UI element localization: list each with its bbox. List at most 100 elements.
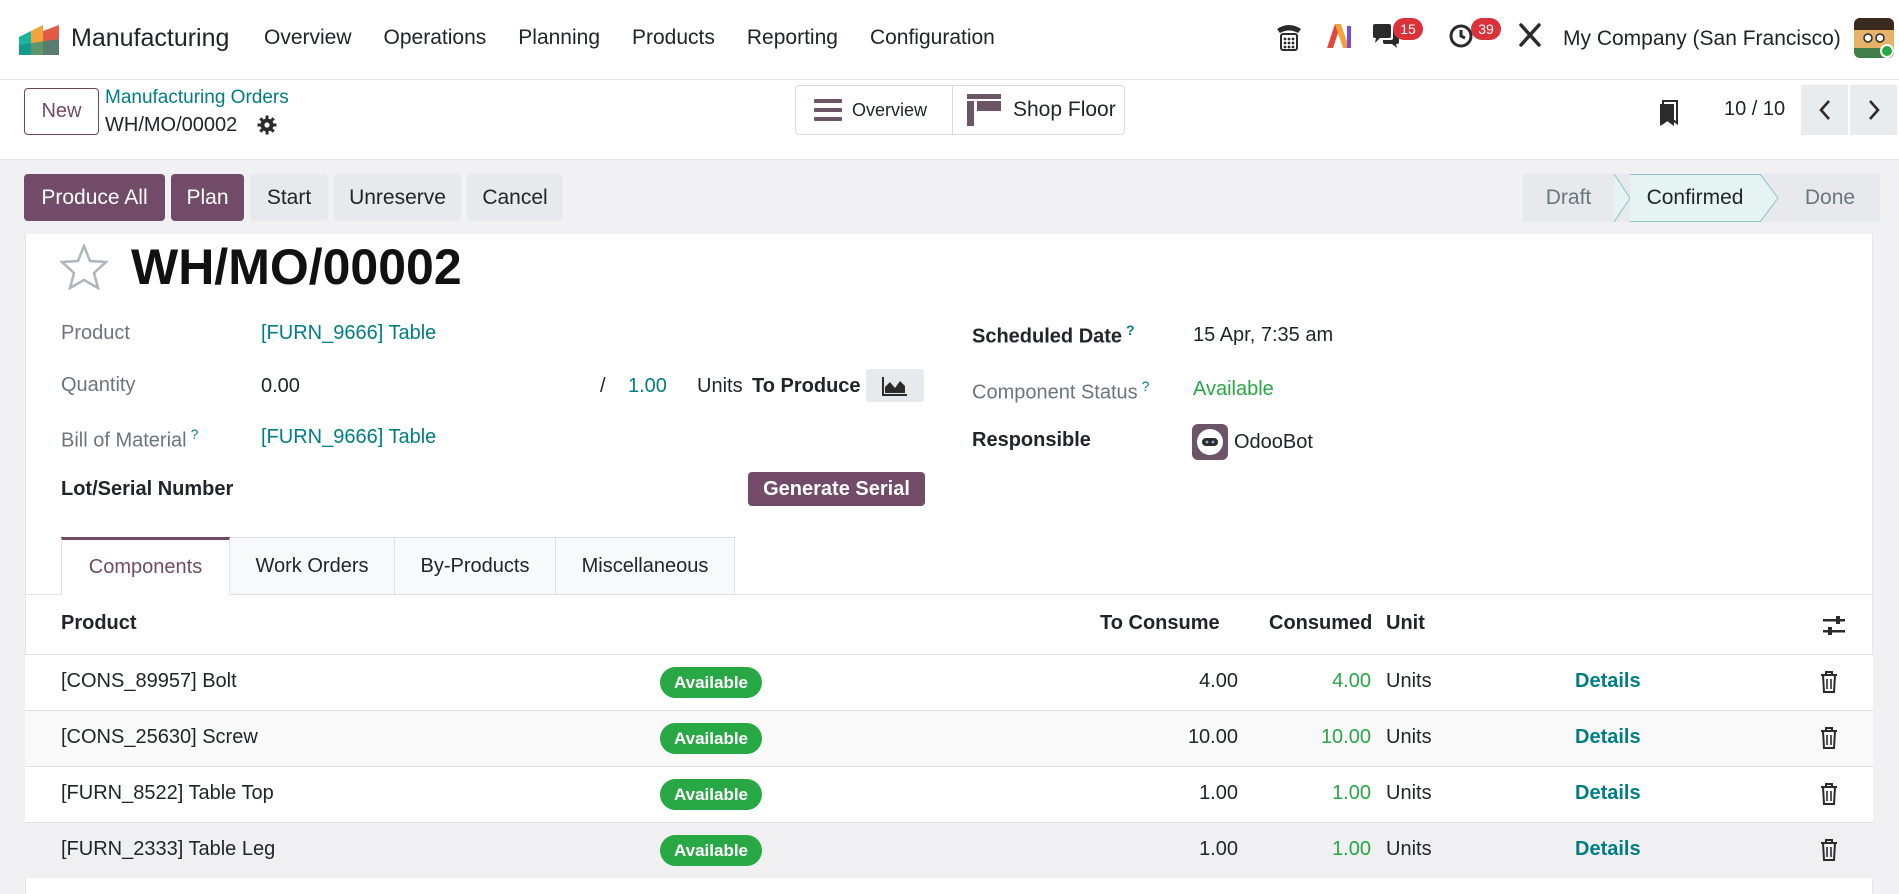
activity-menu[interactable]: 39 — [1449, 18, 1501, 52]
bom-help-icon[interactable]: ? — [191, 426, 199, 442]
responsible-avatar — [1192, 424, 1228, 460]
row-unit: Units — [1386, 838, 1432, 860]
component-status-label-text: Component Status — [972, 381, 1138, 404]
app-name[interactable]: Manufacturing — [71, 24, 229, 53]
row-consumed[interactable]: 1.00 — [1251, 782, 1371, 805]
star-icon[interactable] — [60, 244, 108, 290]
product-label: Product — [61, 322, 130, 344]
row-consumed[interactable]: 1.00 — [1251, 838, 1371, 861]
table-row[interactable]: [CONS_89957] Bolt Available 4.00 4.00 Un… — [25, 654, 1873, 710]
main-menu: Overview Operations Planning Products Re… — [264, 26, 1027, 50]
pager-previous-button[interactable] — [1801, 85, 1848, 135]
row-unit: Units — [1386, 726, 1432, 748]
pager-next-button[interactable] — [1850, 85, 1897, 135]
start-button[interactable]: Start — [250, 174, 328, 221]
table-row[interactable]: [CONS_25630] Screw Available 10.00 10.00… — [25, 710, 1873, 766]
component-status-value: Available — [1193, 378, 1274, 400]
quantity-label: Quantity — [61, 374, 136, 396]
tab-miscellaneous[interactable]: Miscellaneous — [556, 537, 735, 595]
row-product[interactable]: [FURN_8522] Table Top — [61, 782, 274, 805]
view-switcher: Overview Shop Floor — [795, 85, 1125, 135]
produce-all-button[interactable]: Produce All — [24, 174, 165, 221]
row-to-consume[interactable]: 1.00 — [1118, 782, 1238, 805]
shop-floor-icon — [967, 94, 1001, 126]
ai-icon[interactable] — [1325, 22, 1353, 50]
row-to-consume[interactable]: 1.00 — [1118, 838, 1238, 861]
component-status-help-icon[interactable]: ? — [1142, 378, 1150, 394]
scheduled-date-label: Scheduled Date? — [972, 322, 1135, 349]
row-product[interactable]: [CONS_89957] Bolt — [61, 670, 237, 693]
menu-operations[interactable]: Operations — [384, 26, 487, 50]
tab-by-products[interactable]: By-Products — [395, 537, 556, 595]
bookmark-icon[interactable] — [1659, 99, 1679, 127]
stage-confirmed[interactable]: Confirmed — [1630, 174, 1760, 222]
row-to-consume[interactable]: 4.00 — [1118, 670, 1238, 693]
quantity-separator: / — [600, 375, 606, 397]
debug-tools-icon[interactable] — [1518, 22, 1542, 48]
column-header-to-consume[interactable]: To Consume — [1100, 612, 1220, 635]
bom-label-text: Bill of Material — [61, 429, 187, 452]
quantity-field[interactable]: 0.00 — [261, 375, 300, 398]
forecast-chart-button[interactable] — [866, 369, 924, 402]
product-field[interactable]: [FURN_9666] Table — [261, 322, 436, 345]
table-row[interactable]: [FURN_8522] Table Top Available 1.00 1.0… — [25, 766, 1873, 822]
row-to-consume[interactable]: 10.00 — [1118, 726, 1238, 749]
responsible-label: Responsible — [972, 429, 1091, 451]
availability-badge: Available — [660, 667, 762, 698]
menu-products[interactable]: Products — [632, 26, 715, 50]
status-bar: Draft Confirmed Done — [1523, 174, 1880, 222]
tab-components[interactable]: Components — [61, 537, 230, 595]
cancel-button[interactable]: Cancel — [467, 174, 563, 221]
column-header-unit[interactable]: Unit — [1386, 612, 1425, 635]
trash-icon[interactable] — [1820, 783, 1838, 805]
company-switcher[interactable]: My Company (San Francisco) — [1563, 27, 1841, 51]
responsible-field[interactable]: OdooBot — [1234, 431, 1313, 454]
scheduled-date-label-text: Scheduled Date — [972, 325, 1123, 348]
row-consumed[interactable]: 10.00 — [1251, 726, 1371, 749]
table-row[interactable]: [FURN_2333] Table Leg Available 1.00 1.0… — [25, 822, 1873, 878]
row-unit: Units — [1386, 782, 1432, 804]
messages-badge: 15 — [1393, 18, 1423, 40]
optional-columns-icon[interactable] — [1822, 615, 1846, 637]
plan-button[interactable]: Plan — [171, 174, 244, 221]
menu-planning[interactable]: Planning — [518, 26, 600, 50]
scheduled-date-field[interactable]: 15 Apr, 7:35 am — [1193, 324, 1333, 347]
column-header-consumed[interactable]: Consumed — [1269, 612, 1372, 635]
new-button[interactable]: New — [24, 88, 99, 135]
menu-overview[interactable]: Overview — [264, 26, 352, 50]
menu-configuration[interactable]: Configuration — [870, 26, 995, 50]
stage-draft[interactable]: Draft — [1523, 174, 1614, 222]
details-link[interactable]: Details — [1575, 726, 1641, 749]
bom-field[interactable]: [FURN_9666] Table — [261, 426, 436, 449]
details-link[interactable]: Details — [1575, 782, 1641, 805]
row-product[interactable]: [CONS_25630] Screw — [61, 726, 258, 749]
menu-reporting[interactable]: Reporting — [747, 26, 838, 50]
breadcrumb-manufacturing-orders[interactable]: Manufacturing Orders — [105, 87, 289, 109]
overview-view-label: Overview — [852, 99, 928, 120]
gear-icon[interactable] — [257, 115, 277, 135]
quantity-target[interactable]: 1.00 — [628, 375, 667, 398]
row-consumed[interactable]: 4.00 — [1251, 670, 1371, 693]
details-link[interactable]: Details — [1575, 670, 1641, 693]
tab-work-orders[interactable]: Work Orders — [230, 537, 395, 595]
trash-icon[interactable] — [1820, 727, 1838, 749]
generate-serial-button[interactable]: Generate Serial — [748, 472, 925, 506]
availability-badge: Available — [660, 779, 762, 810]
stage-done[interactable]: Done — [1780, 174, 1880, 222]
row-product[interactable]: [FURN_2333] Table Leg — [61, 838, 275, 861]
column-header-product[interactable]: Product — [61, 612, 137, 635]
pager-value[interactable]: 10 / 10 — [1724, 98, 1785, 121]
chevron-right-icon — [1868, 100, 1880, 120]
unreserve-button[interactable]: Unreserve — [334, 174, 461, 221]
quantity-unit: Units — [697, 375, 743, 397]
shop-floor-button[interactable]: Shop Floor — [953, 86, 1116, 134]
manufacturing-app-icon[interactable] — [19, 25, 59, 55]
trash-icon[interactable] — [1820, 671, 1838, 693]
discuss-menu[interactable]: 15 — [1371, 18, 1423, 52]
overview-view-button[interactable]: Overview — [796, 86, 953, 134]
details-link[interactable]: Details — [1575, 838, 1641, 861]
trash-icon[interactable] — [1820, 839, 1838, 861]
scheduled-date-help-icon[interactable]: ? — [1126, 322, 1135, 338]
phone-icon[interactable] — [1275, 22, 1303, 52]
online-status-dot — [1880, 44, 1894, 58]
